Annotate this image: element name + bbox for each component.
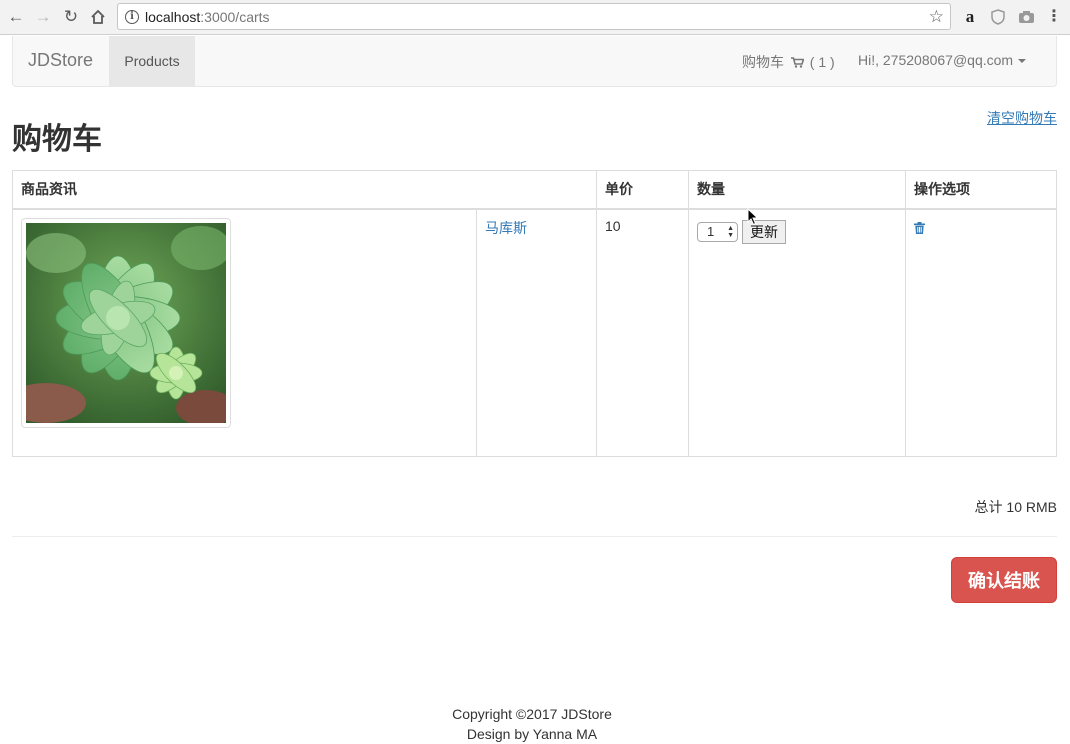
user-dropdown[interactable]: Hi!, 275208067@qq.com: [858, 52, 1027, 68]
select-arrows-icon: ▲ ▼: [727, 224, 734, 239]
brand-link[interactable]: JDStore: [28, 50, 93, 71]
header-quantity: 数量: [688, 170, 906, 210]
info-icon[interactable]: i: [125, 10, 139, 24]
shopping-cart-icon: [790, 55, 805, 71]
cart-total: 总计 10 RMB: [974, 499, 1057, 515]
footer: Copyright ©2017 JDStore Design by Yanna …: [0, 704, 1064, 744]
product-name-link[interactable]: 马库斯: [485, 220, 527, 236]
actions-cell: [905, 208, 1057, 457]
succulent-image: [26, 222, 226, 423]
reload-icon[interactable]: ↻: [60, 6, 82, 28]
camera-extension-icon[interactable]: [1016, 7, 1036, 27]
product-price: 10: [605, 217, 621, 234]
cart-table: 商品资讯 单价 数量 操作选项 马库斯 10 1 ▲ ▼ 更新: [12, 170, 1057, 457]
user-greeting: Hi!, 275208067@qq.com: [858, 52, 1014, 68]
product-price-cell: 10: [596, 208, 689, 457]
quantity-cell: 1 ▲ ▼ 更新: [688, 208, 906, 457]
address-bar[interactable]: i localhost:3000/carts ☆: [117, 3, 951, 30]
caret-down-icon: [1018, 59, 1027, 64]
site-navbar: JDStore Products 购物车 ( 1 ) Hi!, 27520806…: [12, 36, 1057, 87]
product-name-cell: 马库斯: [476, 208, 597, 457]
back-arrow-icon[interactable]: ←: [5, 6, 27, 28]
quantity-select[interactable]: 1 ▲ ▼: [697, 221, 738, 242]
nav-products[interactable]: Products: [109, 36, 195, 86]
nav-cart-count: ( 1 ): [809, 54, 835, 70]
shield-extension-icon[interactable]: [988, 7, 1008, 27]
forward-arrow-icon[interactable]: →: [32, 6, 54, 28]
url-text: localhost:3000/carts: [145, 9, 270, 25]
header-product-info: 商品资讯: [12, 170, 597, 210]
nav-cart-label: 购物车: [742, 54, 784, 70]
browser-menu-icon[interactable]: ⋮: [1044, 7, 1064, 27]
header-actions: 操作选项: [905, 170, 1057, 210]
home-icon[interactable]: [87, 6, 109, 28]
table-header-row: 商品资讯 单价 数量 操作选项: [12, 170, 1057, 210]
table-row: 马库斯 10 1 ▲ ▼ 更新: [12, 208, 1057, 457]
bookmark-star-icon[interactable]: ☆: [929, 7, 944, 27]
product-image-cell: [12, 208, 477, 457]
page-title: 购物车: [12, 123, 102, 156]
divider: [12, 536, 1057, 537]
nav-cart-link[interactable]: 购物车 ( 1 ): [742, 52, 835, 72]
mouse-cursor-icon: [747, 207, 759, 229]
product-thumbnail[interactable]: [21, 217, 231, 428]
clear-cart-link[interactable]: 清空购物车: [987, 108, 1057, 128]
checkout-button[interactable]: 确认结账: [951, 557, 1057, 603]
browser-toolbar: ← → ↻ i localhost:3000/carts ☆ a ⋮: [0, 0, 1070, 35]
trash-icon[interactable]: [914, 221, 925, 237]
amazon-extension-icon[interactable]: a: [960, 7, 980, 27]
footer-design: Design by Yanna MA: [466, 726, 598, 742]
footer-copyright: Copyright ©2017 JDStore: [452, 706, 612, 722]
quantity-form: 1 ▲ ▼ 更新: [697, 219, 897, 244]
header-unit-price: 单价: [596, 170, 689, 210]
